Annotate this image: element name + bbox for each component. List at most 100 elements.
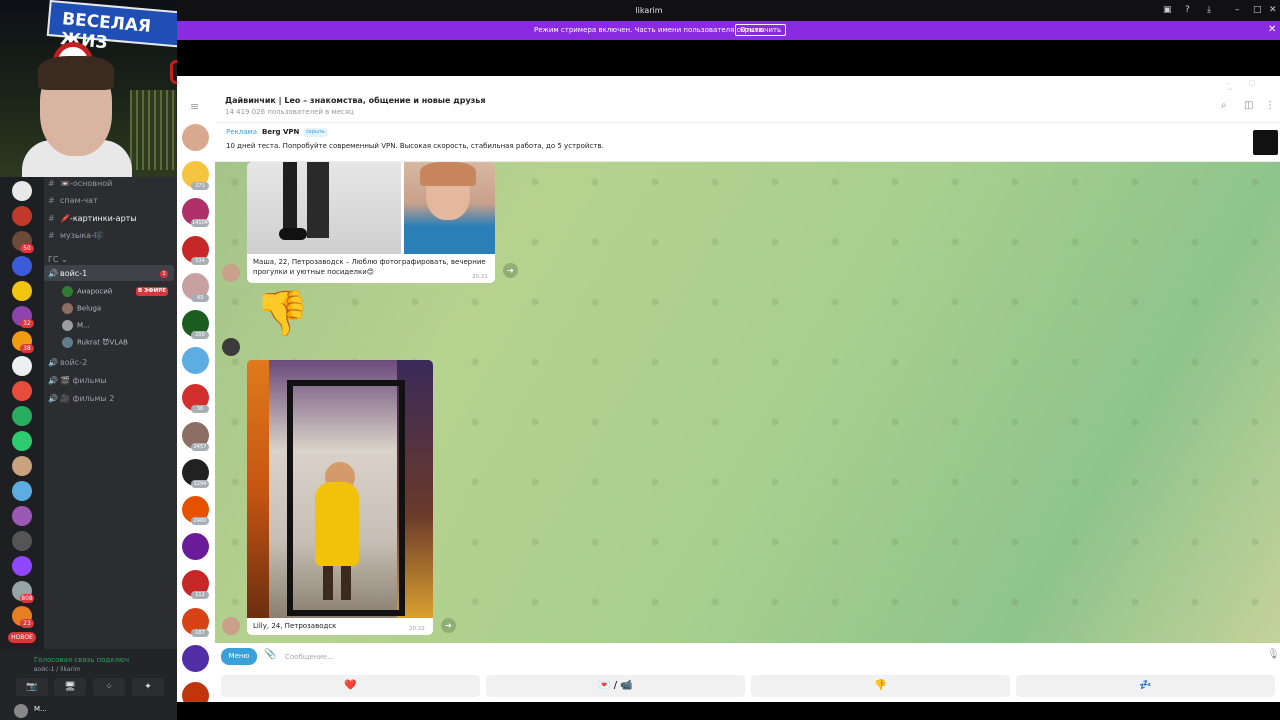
channel-osnovnoy[interactable]: # 📼-основной — [48, 179, 112, 188]
user-name: M... — [34, 705, 47, 713]
new-badge[interactable]: НОВОЕ — [8, 632, 36, 643]
message-input[interactable] — [285, 649, 1185, 664]
hash-icon: # — [48, 196, 55, 205]
message-bubble[interactable]: Lilly, 24, Петрозаводск 20:22 — [247, 360, 433, 635]
voice-channel-1-label[interactable]: 🔊 войс-1 — [48, 269, 87, 278]
unread-count-badge: 187 — [191, 628, 209, 637]
minimize-icon[interactable]: – — [1235, 5, 1240, 15]
unread-count-badge: 373 — [191, 182, 209, 191]
avatar[interactable] — [222, 617, 240, 635]
sticker-message[interactable]: 👎 — [255, 288, 310, 340]
voice-user-name: Beluga — [77, 304, 102, 313]
keyboard-button-dislike[interactable]: 👎 — [751, 675, 1010, 697]
soundboard-button[interactable]: ✦ — [132, 678, 164, 696]
close-icon[interactable]: ✕ — [1269, 5, 1277, 15]
photo[interactable] — [404, 162, 495, 254]
server-icon[interactable] — [12, 181, 32, 201]
message-caption: Lilly, 24, Петрозаводск — [253, 622, 337, 630]
chat-header: Дайвинчик | Leo – знакомства, общение и … — [215, 90, 1280, 123]
attach-icon[interactable]: 📎 — [264, 649, 276, 660]
server-icon[interactable] — [12, 431, 32, 451]
more-icon[interactable]: ⋮ — [1265, 100, 1275, 111]
photo-detail — [323, 566, 333, 600]
screen-share-button[interactable]: 🖥 — [54, 678, 86, 696]
keyboard-button-like[interactable]: ❤️ — [221, 675, 480, 697]
menu-icon[interactable]: ≡ — [190, 100, 199, 113]
channel-label: войс-2 — [60, 358, 88, 367]
chat-list-avatar[interactable] — [182, 347, 209, 375]
avatar — [62, 286, 73, 297]
photo[interactable] — [247, 162, 401, 254]
channel-label: 🖍️-картинки-арты — [60, 214, 137, 223]
server-icon[interactable] — [12, 481, 32, 501]
ad-thumbnail[interactable] — [1253, 130, 1278, 155]
avatar[interactable] — [14, 704, 28, 718]
search-icon[interactable]: ⌕ — [1221, 100, 1227, 111]
sidebar-toggle-icon[interactable]: ◫ — [1244, 100, 1253, 111]
ad-label: Реклама — [226, 128, 258, 136]
server-icon[interactable] — [12, 556, 32, 576]
picture-in-picture-icon[interactable]: ▣ — [1163, 5, 1172, 15]
live-badge[interactable]: В ЭФИРЕ — [136, 287, 168, 296]
avatar[interactable] — [222, 264, 240, 282]
server-icon[interactable] — [12, 256, 32, 276]
voice-user[interactable]: Beluga — [62, 303, 101, 314]
channel-label: 📼-основной — [60, 179, 113, 188]
maximize-icon[interactable]: □ — [1253, 5, 1262, 15]
unread-count-badge: 2400 — [191, 517, 209, 525]
voice-status[interactable]: Голосовая связь подключ — [34, 656, 129, 664]
streamer-mode-text: Режим стримера включен. Часть имени поль… — [534, 26, 766, 34]
server-icon[interactable] — [12, 356, 32, 376]
voice-user[interactable]: Rukrat 😈VLAB — [62, 337, 128, 348]
window-titlebar: likarim ▣ ? ⤓ – □ ✕ — [177, 0, 1280, 23]
server-icon[interactable] — [12, 531, 32, 551]
bot-menu-button[interactable]: Меню — [221, 648, 257, 665]
voice-channel-2[interactable]: 🔊 войс-2 — [48, 358, 87, 367]
activities-button[interactable]: ⁘ — [93, 678, 125, 696]
chat-subtitle: 14 419 026 пользователей в месяц — [225, 108, 354, 116]
voice-channel-films-2[interactable]: 🔊 🎥 фильмы 2 — [48, 394, 114, 403]
download-icon[interactable]: ⤓ — [1207, 5, 1211, 15]
category-gs[interactable]: ГС ⌄ — [48, 255, 68, 264]
help-icon[interactable]: ? — [1185, 5, 1190, 15]
channel-kartinki[interactable]: # 🖍️-картинки-арты — [48, 214, 137, 223]
webcam-red-sign — [170, 60, 177, 84]
unread-count-badge: 111 — [191, 591, 209, 600]
microphone-icon[interactable]: 🎙 — [1267, 649, 1280, 660]
server-icon[interactable] — [12, 381, 32, 401]
server-icon[interactable] — [12, 506, 32, 526]
channel-label: 🎥 фильмы 2 — [60, 394, 115, 403]
ad-hide-button[interactable]: скрыть — [303, 128, 328, 137]
forward-icon[interactable]: ➜ — [441, 618, 456, 633]
chat-list-avatar[interactable] — [182, 644, 209, 672]
message-bubble[interactable]: Маша, 22, Петрозаводск – Люблю фотографи… — [247, 162, 495, 283]
server-icon[interactable] — [12, 456, 32, 476]
chat-list-avatar[interactable] — [182, 533, 209, 561]
unread-count-badge: 534 — [191, 256, 209, 265]
avatar — [62, 303, 73, 314]
channel-spam-chat[interactable]: # спам-чат — [48, 196, 98, 205]
voice-channel-films[interactable]: 🔊 🎬 фильмы — [48, 376, 107, 385]
chat-list-avatar[interactable] — [182, 124, 209, 151]
photo-detail — [315, 482, 359, 566]
disable-streamer-mode-button[interactable]: Отключить — [735, 24, 787, 36]
server-icon[interactable] — [12, 206, 32, 226]
voice-user[interactable]: M... — [62, 320, 90, 331]
chat-title[interactable]: Дайвинчик | Leo – знакомства, общение и … — [225, 96, 486, 105]
camera-button[interactable]: 📷 — [16, 678, 48, 696]
keyboard-button-message[interactable]: 💌 / 📹 — [486, 675, 745, 697]
server-icon[interactable] — [12, 281, 32, 301]
channel-label: спам-чат — [60, 196, 98, 205]
server-icon[interactable] — [12, 406, 32, 426]
close-icon[interactable]: ✕ — [1268, 24, 1276, 35]
channel-muzyka[interactable]: # музыка-🎼 — [48, 231, 104, 240]
sponsored-message[interactable]: Реклама Berg VPN скрыть 10 дней теста. П… — [215, 123, 1280, 162]
forward-icon[interactable]: ➜ — [503, 263, 518, 278]
photo[interactable] — [247, 360, 433, 618]
keyboard-button-sleep[interactable]: 💤 — [1016, 675, 1275, 697]
unread-count-badge: 36 — [191, 405, 209, 414]
hash-icon: # — [48, 179, 55, 188]
chat-list-avatar[interactable] — [182, 682, 209, 702]
voice-user[interactable]: Аиаросий — [62, 286, 112, 297]
avatar[interactable] — [222, 338, 240, 356]
